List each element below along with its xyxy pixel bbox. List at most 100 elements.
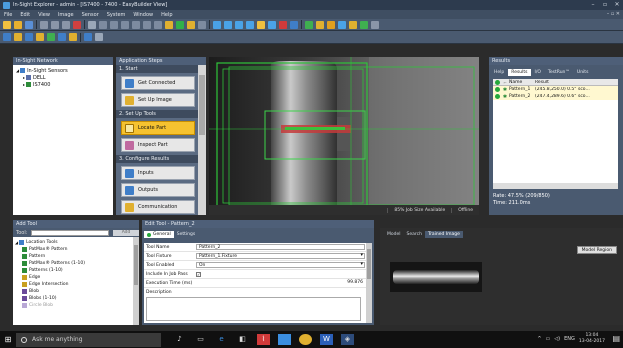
- list-item[interactable]: Blob: [13, 288, 133, 295]
- more-icon[interactable]: [371, 20, 379, 29]
- photos-icon[interactable]: [278, 334, 291, 345]
- split-view-icon[interactable]: [95, 33, 103, 41]
- word-icon[interactable]: W: [320, 334, 333, 345]
- menu-file[interactable]: File: [4, 12, 12, 18]
- list-item[interactable]: Patterns (1-10): [13, 267, 133, 274]
- paste-icon[interactable]: [62, 20, 70, 29]
- insight-explorer-icon[interactable]: ◈: [341, 334, 354, 345]
- security-icon[interactable]: [327, 20, 335, 29]
- zoom-fill-icon[interactable]: [246, 20, 254, 29]
- tab-settings[interactable]: Settings: [174, 231, 198, 238]
- step-back-icon[interactable]: [110, 20, 118, 29]
- first-image-icon[interactable]: [132, 20, 140, 29]
- tab-model[interactable]: Model: [384, 231, 404, 238]
- menu-window[interactable]: Window: [133, 12, 153, 18]
- communication-button[interactable]: Communication: [121, 200, 195, 214]
- tree-item-sensors[interactable]: ◢ In-Sight Sensors: [16, 67, 110, 74]
- close-button[interactable]: ✕: [611, 0, 623, 10]
- info-icon[interactable]: [360, 20, 368, 29]
- sensor-icon[interactable]: [305, 20, 313, 29]
- menu-image[interactable]: Image: [58, 12, 74, 18]
- network-icon[interactable]: [338, 20, 346, 29]
- network-view-icon[interactable]: [3, 33, 11, 41]
- tab-results[interactable]: Results: [508, 69, 531, 76]
- tool-name-field[interactable]: Pattern_2: [196, 244, 365, 250]
- redo-icon[interactable]: [99, 20, 107, 29]
- easybuilder-icon[interactable]: [14, 33, 22, 41]
- tab-general[interactable]: General: [144, 231, 174, 238]
- delete-icon[interactable]: [73, 20, 81, 29]
- copy-icon[interactable]: [51, 20, 59, 29]
- description-field[interactable]: [146, 297, 361, 321]
- minimize-button[interactable]: –: [587, 0, 599, 10]
- new-job-icon[interactable]: [3, 20, 11, 29]
- battery-icon[interactable]: ▭: [546, 336, 551, 342]
- highlight-icon[interactable]: [257, 20, 265, 29]
- tab-testrun[interactable]: TestRun™: [545, 69, 573, 76]
- list-item[interactable]: Pattern: [13, 253, 133, 260]
- layout-icon[interactable]: [84, 33, 92, 41]
- clock[interactable]: 13:04 13-04-2017: [579, 333, 605, 344]
- tab-units[interactable]: Units: [574, 69, 592, 76]
- tab-search[interactable]: Search: [404, 231, 425, 238]
- save-job-icon[interactable]: [25, 20, 33, 29]
- task-view-icon[interactable]: ▭: [194, 334, 207, 345]
- properties-scrollbar[interactable]: [366, 243, 372, 323]
- col-name[interactable]: Name: [509, 80, 535, 85]
- menu-view[interactable]: View: [38, 12, 50, 18]
- menu-sensor[interactable]: Sensor: [82, 12, 99, 18]
- record-images-icon[interactable]: [279, 20, 287, 29]
- tool-search-input[interactable]: [31, 229, 110, 236]
- tool-enabled-dropdown[interactable]: On: [196, 262, 365, 268]
- steps-scrollbar[interactable]: [198, 65, 206, 215]
- image-display[interactable]: [209, 57, 479, 215]
- table-row[interactable]: ✱ Pattern_2 (247.4,289.6) 0.6° sco...: [493, 93, 618, 100]
- spreadsheet-icon[interactable]: [25, 33, 33, 41]
- zoom-in-icon[interactable]: [213, 20, 221, 29]
- chrome-icon[interactable]: [299, 334, 312, 345]
- inspect-part-button[interactable]: Inspect Part: [121, 138, 195, 152]
- palette-icon[interactable]: [349, 20, 357, 29]
- add-button[interactable]: Add: [113, 229, 139, 236]
- undo-icon[interactable]: [88, 20, 96, 29]
- zoom-fit-icon[interactable]: [235, 20, 243, 29]
- language-indicator[interactable]: ENG: [564, 336, 575, 342]
- mdi-window-controls[interactable]: – ▫ ✕: [607, 11, 620, 17]
- list-item[interactable]: Circle Blob: [13, 302, 133, 309]
- tab-io[interactable]: I/O: [532, 69, 544, 76]
- tool-fixture-dropdown[interactable]: Pattern_1.Fixture: [196, 253, 365, 259]
- filmstrip-icon[interactable]: [290, 20, 298, 29]
- menu-help[interactable]: Help: [161, 12, 172, 18]
- trigger-icon[interactable]: [165, 20, 173, 29]
- palette-view-icon[interactable]: [36, 33, 44, 41]
- set-up-image-button[interactable]: Set Up Image: [121, 93, 195, 107]
- online-icon[interactable]: [187, 20, 195, 29]
- list-item[interactable]: Edge Intersection: [13, 281, 133, 288]
- store-icon[interactable]: ◧: [236, 334, 249, 345]
- custom-view-icon[interactable]: [58, 33, 66, 41]
- microphone-icon[interactable]: ♪: [173, 334, 186, 345]
- step-forward-icon[interactable]: [121, 20, 129, 29]
- last-image-icon[interactable]: [143, 20, 151, 29]
- volume-icon[interactable]: ◁): [554, 336, 560, 342]
- tab-trained-image[interactable]: Trained Image: [424, 231, 463, 238]
- list-item[interactable]: PatMax® Pattern: [13, 246, 133, 253]
- list-item[interactable]: Edge: [13, 274, 133, 281]
- cortana-search[interactable]: Ask me anything: [16, 332, 161, 347]
- results-view-icon[interactable]: [69, 33, 77, 41]
- table-row[interactable]: ✱ Pattern_1 (245.8,250.0) 0.5° sco...: [493, 86, 618, 93]
- notification-icon[interactable]: ▤: [612, 334, 620, 343]
- windows-start-icon[interactable]: ⊞: [0, 335, 16, 344]
- record-icon[interactable]: [154, 20, 162, 29]
- settings-icon[interactable]: [316, 20, 324, 29]
- graphics-icon[interactable]: [268, 20, 276, 29]
- inputs-button[interactable]: Inputs: [121, 166, 195, 180]
- live-video-icon[interactable]: [176, 20, 184, 29]
- list-item[interactable]: Blobs (1-10): [13, 295, 133, 302]
- list-item[interactable]: ◢ Location Tools: [13, 239, 133, 246]
- model-region-button[interactable]: Model Region: [576, 246, 617, 254]
- adjust-icon[interactable]: [198, 20, 206, 29]
- edge-browser-icon[interactable]: e: [215, 334, 228, 345]
- locate-part-button[interactable]: Locate Part: [121, 121, 195, 135]
- tree-item-dell[interactable]: ▸ DELL: [16, 74, 110, 81]
